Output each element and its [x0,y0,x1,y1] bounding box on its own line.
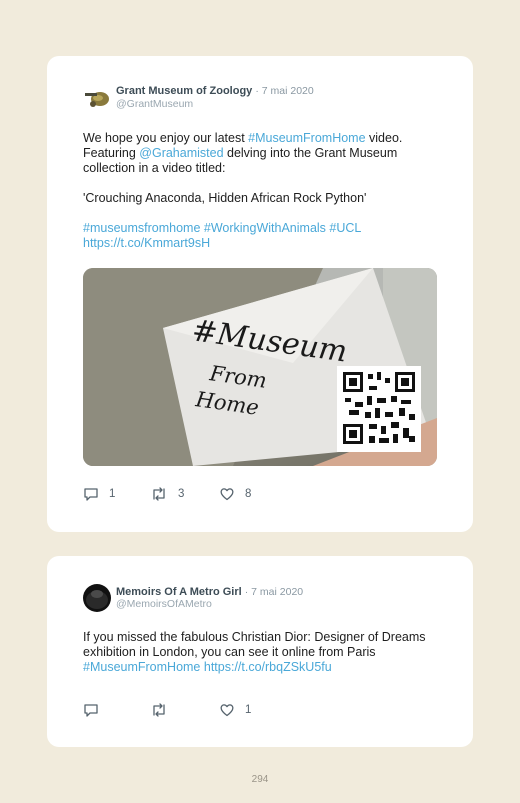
author-line: Memoirs Of A Metro Girl · 7 mai 2020 [116,586,303,598]
tweet-paragraph: We hope you enjoy our latest #MuseumFrom… [83,131,435,176]
reply-icon [84,704,98,717]
hashtag-link[interactable]: #MuseumFromHome [248,131,365,145]
author-line: Grant Museum of Zoology · 7 mai 2020 [116,85,314,97]
author-name[interactable]: Memoirs Of A Metro Girl [116,586,242,598]
heart-icon [220,704,234,717]
tweet-text: We hope you enjoy our latest #MuseumFrom… [83,131,435,251]
reply-count: 1 [109,488,116,500]
text-run: We hope you enjoy our latest [83,131,249,145]
retweet-icon [153,487,165,501]
hashtag-link[interactable]: #UCL [329,221,361,235]
page-number: 294 [251,774,269,785]
mention-link[interactable]: @Grahamisted [139,146,223,160]
tweet-photo[interactable]: #Museum From Home [83,268,437,466]
like-button[interactable]: 1 [219,703,251,717]
like-count: 8 [245,488,252,500]
url-link[interactable]: https://t.co/Kmmart9sH [83,236,435,251]
author-handle[interactable]: @MemoirsOfAMetro [116,598,212,610]
hashtag-link[interactable]: #MuseumFromHome [83,660,200,674]
tweet-paragraph: If you missed the fabulous Christian Dio… [83,630,435,675]
author-name[interactable]: Grant Museum of Zoology [116,85,252,97]
retweet-button[interactable]: 3 [150,487,184,501]
tweet-card: Memoirs Of A Metro Girl · 7 mai 2020 @Me… [47,556,473,747]
hashtag-row: #museumsfromhome #WorkingWithAnimals #UC… [83,221,435,236]
tweet-card: Grant Museum of Zoology · 7 mai 2020 @Gr… [47,56,473,532]
text-run: If you missed the fabulous Christian Dio… [83,630,426,659]
tweet-text: If you missed the fabulous Christian Dio… [83,630,435,675]
avatar[interactable] [83,85,111,113]
retweet-icon [153,703,165,717]
tweet-date[interactable]: · 7 mai 2020 [245,586,303,598]
tweet-actions: 1 [83,703,383,721]
url-link[interactable]: https://t.co/rbqZSkU5fu [204,660,332,674]
reply-button[interactable] [83,703,109,717]
hashtag-link[interactable]: #museumsfromhome [83,221,200,235]
retweet-button[interactable] [150,703,178,717]
avatar[interactable] [83,584,111,612]
reply-icon [84,488,98,501]
retweet-count: 3 [178,488,185,500]
like-button[interactable]: 8 [219,487,251,501]
tweet-quote: 'Crouching Anaconda, Hidden African Rock… [83,191,367,205]
author-handle[interactable]: @GrantMuseum [116,98,193,110]
like-count: 1 [245,704,252,716]
reply-button[interactable]: 1 [83,487,115,501]
heart-icon [220,488,234,501]
tweet-actions: 1 3 8 [83,487,383,505]
tweet-date[interactable]: · 7 mai 2020 [255,85,313,97]
hashtag-link[interactable]: #WorkingWithAnimals [204,221,326,235]
